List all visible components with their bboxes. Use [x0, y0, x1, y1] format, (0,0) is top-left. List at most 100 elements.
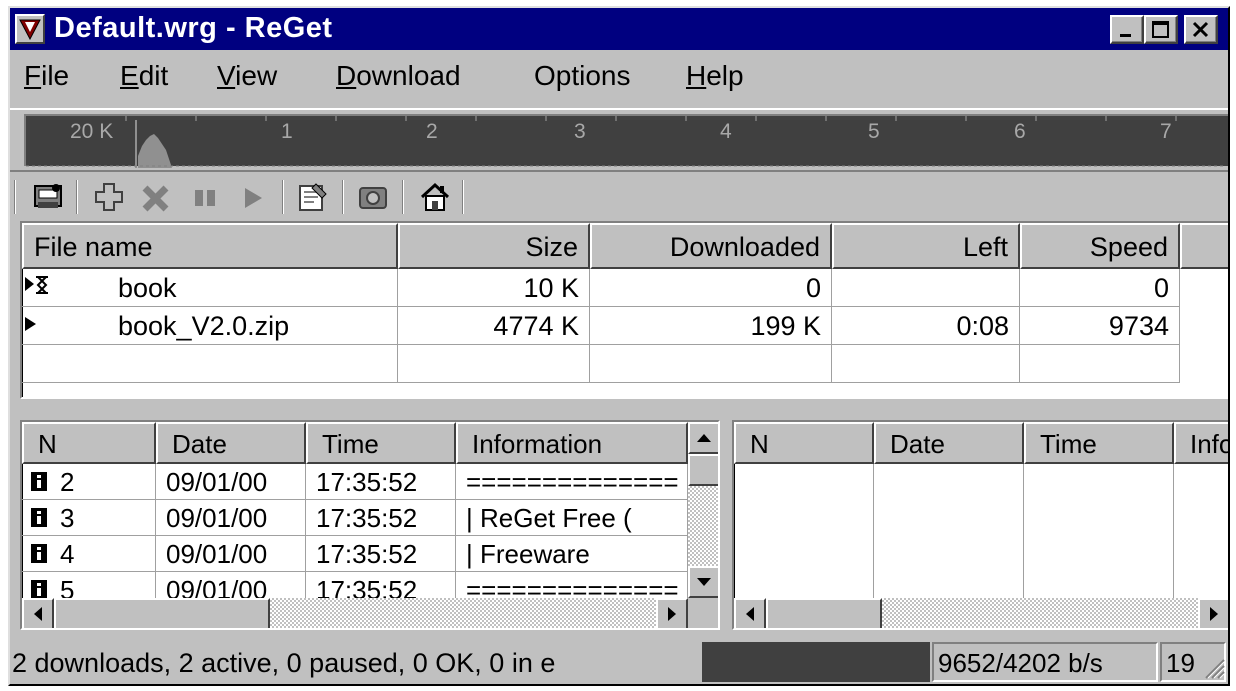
table-row[interactable]: book_V2.0.zip 4774 K 199 K 0:08 9734: [22, 307, 1228, 345]
menu-edit[interactable]: Edit: [120, 60, 168, 92]
scroll-left-button[interactable]: [22, 598, 54, 628]
toolbar-separator: [402, 180, 404, 214]
file-speed: 9734: [1020, 307, 1180, 345]
menu-view[interactable]: View: [217, 60, 277, 92]
graph-tick: 1: [281, 120, 293, 143]
log-date: 09/01/00: [156, 536, 306, 572]
log-row[interactable]: 4 09/01/00 17:35:52 | Freeware: [22, 536, 718, 572]
log-left-vscroll-thumb[interactable]: [688, 454, 718, 486]
resize-grip-icon[interactable]: [1200, 654, 1226, 684]
waiting-status-icon: [24, 275, 64, 304]
empty-cell: [398, 345, 590, 383]
log-col-date[interactable]: Date: [156, 422, 306, 464]
file-left: [832, 269, 1020, 307]
minimize-button[interactable]: [1110, 15, 1144, 44]
scroll-right-button[interactable]: [656, 598, 688, 628]
file-size: 4774 K: [398, 307, 590, 345]
graph-tick: 5: [868, 120, 880, 143]
reget-window: Default.wrg - ReGet File Edit View Downl…: [8, 6, 1230, 686]
log-col-n[interactable]: N: [22, 422, 156, 464]
empty-cell: [832, 345, 1020, 383]
toolbar-separator: [76, 180, 78, 214]
status-text: 2 downloads, 2 active, 0 paused, 0 OK, 0…: [12, 648, 556, 678]
menu-help[interactable]: Help: [686, 60, 744, 92]
log-col-n[interactable]: N: [734, 422, 874, 464]
empty-cell: [22, 345, 398, 383]
file-left: 0:08: [832, 307, 1020, 345]
start-icon[interactable]: [232, 178, 274, 216]
log-left-header: N Date Time Information: [22, 422, 718, 464]
schedule-icon[interactable]: [352, 178, 394, 216]
graph-tick: 2: [426, 120, 438, 143]
downloads-table-header: File name Size Downloaded Left Speed: [22, 223, 1228, 269]
graph-tick: 3: [574, 120, 586, 143]
close-button[interactable]: [1184, 15, 1218, 44]
log-info: | ReGet Free (: [456, 500, 688, 536]
log-right-header: N Date Time Info: [734, 422, 1228, 464]
log-col-information[interactable]: Information: [456, 422, 688, 464]
empty-cell: [590, 345, 832, 383]
toolbar-separator: [342, 180, 344, 214]
log-pane-right: N Date Time Info: [732, 420, 1228, 630]
log-time: 17:35:52: [306, 500, 456, 536]
toolbar: [10, 172, 1228, 222]
log-date: 09/01/00: [156, 500, 306, 536]
home-icon[interactable]: [414, 178, 456, 216]
toolbar-separator: [282, 180, 284, 214]
col-speed[interactable]: Speed: [1020, 223, 1180, 269]
menu-options[interactable]: Options: [534, 60, 631, 92]
window-title: Default.wrg - ReGet: [54, 12, 333, 44]
graph-tick: 6: [1014, 120, 1026, 143]
menu-file[interactable]: File: [24, 60, 69, 92]
reget-app-icon[interactable]: [15, 14, 45, 44]
log-info: | Freeware: [456, 536, 688, 572]
scroll-down-button[interactable]: [688, 566, 718, 598]
maximize-button[interactable]: [1144, 15, 1178, 44]
pause-icon[interactable]: [184, 178, 226, 216]
log-row[interactable]: 2 09/01/00 17:35:52 ==============: [22, 464, 718, 500]
log-info: ==============: [456, 464, 688, 500]
scroll-left-button[interactable]: [734, 598, 766, 628]
log-right-hscroll-thumb[interactable]: [766, 598, 882, 628]
log-col-time[interactable]: Time: [1024, 422, 1174, 464]
open-queue-icon[interactable]: [28, 178, 70, 216]
graph-scale-label: 20 K: [70, 120, 114, 143]
speed-graph-canvas: 20 K 1 2 3 4 5 6 7: [24, 114, 1228, 168]
scroll-right-button[interactable]: [1198, 598, 1228, 628]
title-bar[interactable]: Default.wrg - ReGet: [10, 8, 1228, 50]
delete-icon[interactable]: [136, 178, 178, 216]
status-progress-bar: [702, 642, 930, 682]
file-speed: 0: [1020, 269, 1180, 307]
log-col-info[interactable]: Info: [1174, 422, 1228, 464]
status-bar: 2 downloads, 2 active, 0 paused, 0 OK, 0…: [10, 638, 1228, 684]
file-name: book: [22, 269, 398, 307]
info-icon: [30, 543, 50, 570]
col-left[interactable]: Left: [832, 223, 1020, 269]
log-time: 17:35:52: [306, 536, 456, 572]
log-time: 17:35:52: [306, 464, 456, 500]
log-col-date[interactable]: Date: [874, 422, 1024, 464]
graph-tick: 7: [1160, 120, 1172, 143]
col-downloaded[interactable]: Downloaded: [590, 223, 832, 269]
menu-download[interactable]: Download: [336, 60, 461, 92]
add-icon[interactable]: [88, 178, 130, 216]
menu-bar: File Edit View Download Options Help: [10, 52, 1228, 102]
scroll-up-button[interactable]: [688, 422, 718, 454]
log-pane-left: N Date Time Information 2 09/01/00 17:35…: [20, 420, 720, 630]
info-icon: [30, 471, 50, 498]
properties-icon[interactable]: [292, 178, 334, 216]
log-col-time[interactable]: Time: [306, 422, 456, 464]
file-downloaded: 0: [590, 269, 832, 307]
col-size[interactable]: Size: [398, 223, 590, 269]
col-file-name[interactable]: File name: [22, 223, 398, 269]
scroll-corner: [688, 598, 718, 628]
col-filler: [1180, 223, 1228, 269]
toolbar-separator: [462, 180, 464, 214]
empty-cell: [1020, 345, 1180, 383]
log-row[interactable]: 3 09/01/00 17:35:52 | ReGet Free (: [22, 500, 718, 536]
log-left-hscroll-thumb[interactable]: [54, 598, 270, 628]
table-row[interactable]: book 10 K 0 0: [22, 269, 1228, 307]
toolbar-grip: [14, 180, 16, 214]
info-icon: [30, 507, 50, 534]
speed-graph: 20 K 1 2 3 4 5 6 7: [10, 108, 1228, 172]
